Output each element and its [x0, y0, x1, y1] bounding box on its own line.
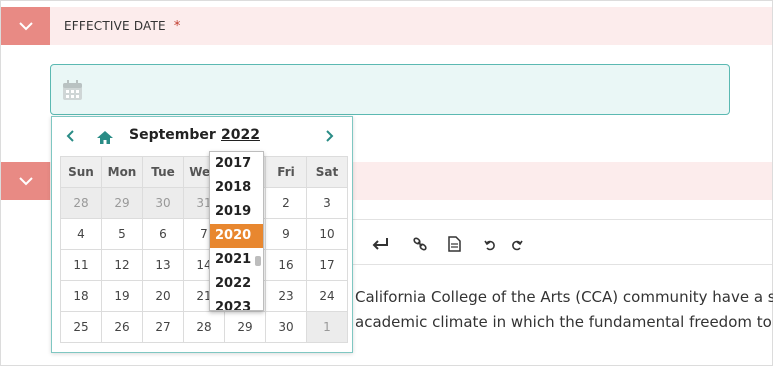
calendar-day[interactable]: 2 — [265, 187, 307, 219]
year-option[interactable]: 2018 — [210, 176, 263, 200]
redo-icon[interactable] — [511, 239, 523, 251]
weekday-header: Tue — [142, 156, 184, 188]
body-text-line-1: California College of the Arts (CCA) com… — [355, 288, 773, 306]
next-month-button[interactable] — [325, 129, 334, 147]
year-selector[interactable]: 2022 — [221, 127, 260, 143]
today-button[interactable] — [96, 130, 114, 149]
month-label[interactable]: September — [129, 127, 216, 143]
calendar-day[interactable]: 4 — [60, 218, 102, 250]
calendar-day[interactable]: 30 — [265, 311, 307, 343]
year-dropdown: 2017 2018 2019 2020 2021 2022 2023 — [209, 151, 264, 311]
chevron-down-icon — [18, 177, 33, 186]
calendar-week-row: 18192021222324 — [60, 280, 348, 312]
collapse-button[interactable] — [1, 7, 50, 45]
weekday-header: Mon — [101, 156, 143, 188]
year-option[interactable]: 2020 — [210, 224, 263, 248]
calendar-day[interactable]: 23 — [265, 280, 307, 312]
effective-date-label: EFFECTIVE DATE — [64, 19, 166, 33]
body-text-line-2: academic climate in which the fundamenta… — [355, 313, 772, 331]
editor-divider-top — [353, 219, 772, 220]
collapse-button-2[interactable] — [1, 162, 50, 200]
calendar-day[interactable]: 16 — [265, 249, 307, 281]
calendar-day[interactable]: 24 — [306, 280, 348, 312]
weekday-header: Sun — [60, 156, 102, 188]
calendar-week-row: 28293031123 — [60, 187, 348, 219]
calendar-day[interactable]: 5 — [101, 218, 143, 250]
calendar-week-row: 11121314151617 — [60, 249, 348, 281]
calendar-day[interactable]: 13 — [142, 249, 184, 281]
calendar-day[interactable]: 9 — [265, 218, 307, 250]
document-icon[interactable] — [448, 236, 461, 252]
prev-month-button[interactable] — [66, 129, 75, 147]
calendar-day[interactable]: 27 — [142, 311, 184, 343]
year-dropdown-scrollbar[interactable] — [255, 256, 261, 266]
calendar-day[interactable]: 10 — [306, 218, 348, 250]
calendar-day[interactable]: 25 — [60, 311, 102, 343]
chevron-down-icon — [18, 22, 33, 31]
calendar-day[interactable]: 12 — [101, 249, 143, 281]
section-title: EFFECTIVE DATE * — [64, 19, 181, 34]
calendar-week-row: 45678910 — [60, 218, 348, 250]
calendar-day[interactable]: 11 — [60, 249, 102, 281]
chevron-right-icon — [326, 130, 334, 142]
calendar-day[interactable]: 17 — [306, 249, 348, 281]
year-option[interactable]: 2019 — [210, 200, 263, 224]
calendar-day-other-month[interactable]: 30 — [142, 187, 184, 219]
link-icon[interactable] — [412, 236, 428, 252]
calendar-day[interactable]: 20 — [142, 280, 184, 312]
chevron-left-icon — [66, 130, 74, 142]
weekday-header: Fri — [265, 156, 307, 188]
calendar-day[interactable]: 29 — [224, 311, 266, 343]
year-option[interactable]: 2023 — [210, 296, 263, 310]
calendar-day-other-month[interactable]: 1 — [306, 311, 348, 343]
weekday-header-row: SunMonTueWedThuFriSat — [60, 156, 348, 188]
year-option[interactable]: 2022 — [210, 272, 263, 296]
calendar-day-other-month[interactable]: 28 — [60, 187, 102, 219]
calendar-icon — [63, 80, 82, 100]
required-marker: * — [173, 19, 181, 34]
effective-date-input[interactable] — [50, 64, 730, 115]
calendar-day[interactable]: 18 — [60, 280, 102, 312]
year-option[interactable]: 2017 — [210, 152, 263, 176]
calendar-day[interactable]: 6 — [142, 218, 184, 250]
home-icon — [97, 131, 113, 144]
editor-divider-bottom — [353, 264, 772, 265]
calendar-day[interactable]: 26 — [101, 311, 143, 343]
calendar-day-other-month[interactable]: 29 — [101, 187, 143, 219]
calendar-day[interactable]: 3 — [306, 187, 348, 219]
calendar-grid: SunMonTueWedThuFriSat 282930311234567891… — [60, 156, 348, 343]
datepicker-popup: September 2022 SunMonTueWedThuFriSat 282… — [51, 116, 353, 353]
calendar-week-row: 25 26 27 28 29 30 1 — [60, 311, 348, 343]
undo-icon[interactable] — [484, 239, 496, 251]
calendar-day[interactable]: 28 — [183, 311, 225, 343]
calendar-day[interactable]: 19 — [101, 280, 143, 312]
weekday-header: Sat — [306, 156, 348, 188]
effective-date-section-header: EFFECTIVE DATE * — [1, 7, 772, 45]
enter-icon[interactable] — [372, 237, 390, 251]
